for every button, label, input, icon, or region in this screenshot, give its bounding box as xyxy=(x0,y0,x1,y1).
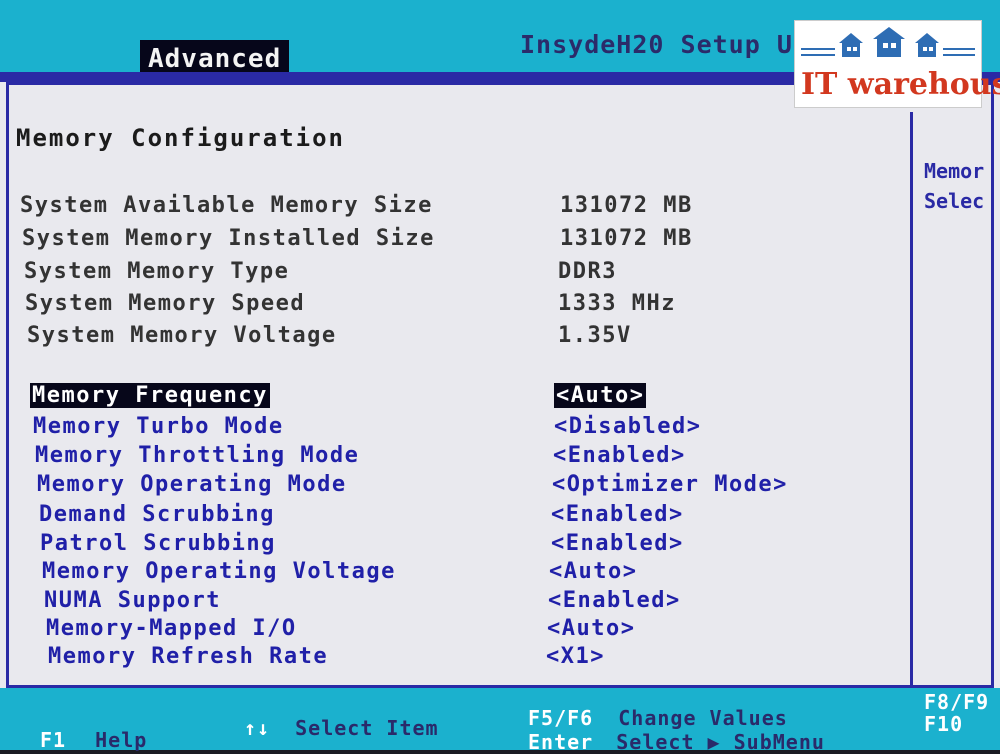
info-label: System Memory Speed xyxy=(25,291,306,316)
it-warehouse-logo: IT warehouse xyxy=(794,20,1000,108)
option-value[interactable]: <Enabled> xyxy=(551,531,684,556)
bios-title: InsydeH20 Setup U xyxy=(520,30,793,59)
option-label: Memory Throttling Mode xyxy=(35,443,360,468)
option-label: Memory Frequency xyxy=(30,383,270,408)
info-value: 1333 MHz xyxy=(558,291,676,316)
info-label: System Available Memory Size xyxy=(20,193,433,218)
option-value[interactable]: <Enabled> xyxy=(553,443,686,468)
help-line: Selec xyxy=(924,189,985,213)
key-help-arrows: ↑↓ Select Item xyxy=(244,716,439,740)
house-icon xyxy=(801,27,975,57)
logo-text: IT warehouse xyxy=(801,67,1000,102)
help-line: Memor xyxy=(924,159,985,183)
info-label: System Memory Installed Size xyxy=(22,226,435,251)
key-arrows-label: Select Item xyxy=(295,716,439,740)
option-label: Patrol Scrubbing xyxy=(40,531,276,556)
key-help-f5f6: F5/F6 Change Values xyxy=(528,706,788,730)
key-f5f6: F5/F6 xyxy=(528,706,594,730)
option-label: Memory Operating Voltage xyxy=(42,559,396,584)
key-f1-label: Help xyxy=(95,728,148,752)
key-help-f8f9: F8/F9 xyxy=(924,690,989,714)
info-value: DDR3 xyxy=(558,259,617,284)
page-title: Memory Configuration xyxy=(16,124,345,152)
option-value[interactable]: <X1> xyxy=(546,644,605,669)
option-value[interactable]: <Enabled> xyxy=(548,588,681,613)
key-enter-label: Select ▶ SubMenu xyxy=(616,730,825,754)
help-divider xyxy=(910,112,913,688)
option-value[interactable]: <Auto> xyxy=(549,559,637,584)
option-value[interactable]: <Enabled> xyxy=(551,502,684,527)
key-f10: F10 xyxy=(924,712,964,736)
info-value: 131072 MB xyxy=(560,226,693,251)
option-value[interactable]: <Disabled> xyxy=(554,414,701,439)
info-value: 131072 MB xyxy=(560,193,693,218)
option-label: Memory Refresh Rate xyxy=(48,644,329,669)
option-label: Memory Turbo Mode xyxy=(33,414,284,439)
key-f5f6-label: Change Values xyxy=(618,706,788,730)
help-panel: Memor Selec xyxy=(924,156,1000,216)
option-value[interactable]: <Auto> xyxy=(554,383,647,408)
info-label: System Memory Type xyxy=(24,259,290,284)
option-value[interactable]: <Auto> xyxy=(547,616,635,641)
key-help-bar: F1 Help ↑↓ Select Item F5/F6 Change Valu… xyxy=(0,688,1000,754)
option-label: Memory Operating Mode xyxy=(37,472,347,497)
key-help-enter: Enter Select ▶ SubMenu xyxy=(528,730,825,754)
info-label: System Memory Voltage xyxy=(27,323,337,348)
key-f1: F1 xyxy=(40,728,67,752)
key-help-f1: F1 Help xyxy=(40,728,147,752)
info-value: 1.35V xyxy=(558,323,632,348)
option-label: Memory-Mapped I/O xyxy=(46,616,297,641)
option-label: Demand Scrubbing xyxy=(39,502,275,527)
option-value[interactable]: <Optimizer Mode> xyxy=(552,472,788,497)
key-arrows: ↑↓ xyxy=(244,716,271,740)
option-label: NUMA Support xyxy=(44,588,221,613)
key-help-f10: F10 xyxy=(924,712,963,736)
key-enter: Enter xyxy=(528,730,594,754)
key-f8f9: F8/F9 xyxy=(924,690,990,714)
